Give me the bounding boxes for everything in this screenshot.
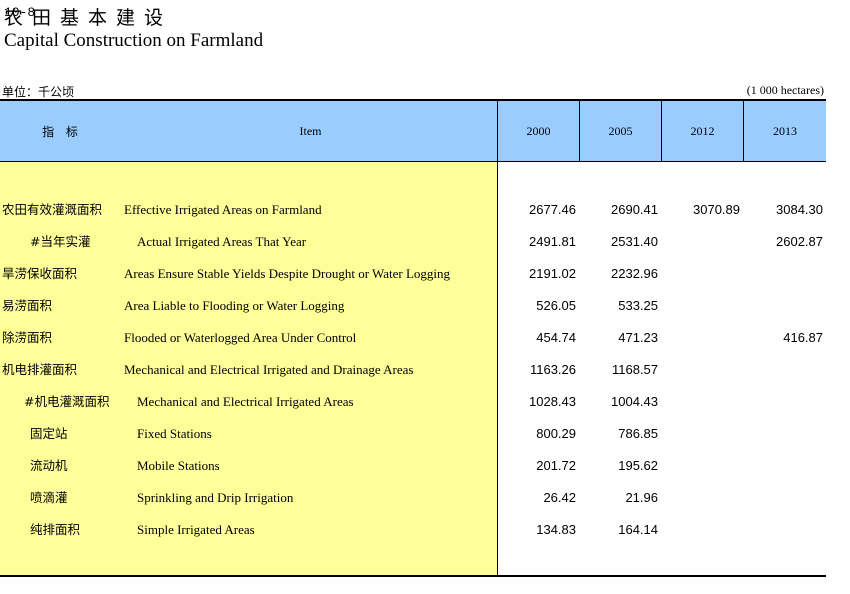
row-label-zh: #当年实灌 xyxy=(30,234,91,249)
value-cell-2013: 2602.87 xyxy=(776,234,823,249)
value-cell-2005: 2232.96 xyxy=(611,266,658,281)
row-label-en: Sprinkling and Drip Irrigation xyxy=(137,490,294,505)
value-cell-2000: 1163.26 xyxy=(529,362,576,377)
table-row: #机电灌溉面积 Mechanical and Electrical Irrigat… xyxy=(0,392,826,424)
value-cell-2005: 2531.40 xyxy=(611,234,658,249)
row-label-en: Mechanical and Electrical Irrigated Area… xyxy=(137,394,354,409)
value-cell-2000: 1028.43 xyxy=(529,394,576,409)
row-label-en: Flooded or Waterlogged Area Under Contro… xyxy=(124,330,357,345)
row-label-zh: 喷滴灌 xyxy=(30,490,68,505)
value-cell-2000: 2677.46 xyxy=(529,202,576,217)
row-label-zh: 流动机 xyxy=(30,458,68,473)
table-number: 10-8 xyxy=(4,5,36,20)
value-cell-2000: 454.74 xyxy=(536,330,576,345)
row-label-zh: 除涝面积 xyxy=(2,330,53,345)
header-year-2000: 2000 xyxy=(526,123,551,138)
value-cell-2013: 3084.30 xyxy=(776,202,823,217)
table-row: 流动机 Mobile Stations 201.72 195.62 xyxy=(0,456,826,488)
value-cell-2000: 26.42 xyxy=(543,490,576,505)
value-cell-2012: 3070.89 xyxy=(693,202,740,217)
header-indicator-zh: 指 标 xyxy=(42,124,82,139)
row-label-en: Effective Irrigated Areas on Farmland xyxy=(124,202,322,217)
header-year-2012: 2012 xyxy=(690,123,715,138)
value-cell-2013: 416.87 xyxy=(783,330,823,345)
row-label-zh: #机电灌溉面积 xyxy=(24,394,110,409)
row-label-en: Actual Irrigated Areas That Year xyxy=(137,234,307,249)
value-cell-2000: 134.83 xyxy=(536,522,576,537)
unit-label-en: (1 000 hectares) xyxy=(746,83,824,97)
header-item: Item xyxy=(299,123,322,138)
row-label-zh: 农田有效灌溉面积 xyxy=(2,202,103,217)
table-row: 喷滴灌 Sprinkling and Drip Irrigation 26.42 21… xyxy=(0,488,826,520)
table-row: #当年实灌 Actual Irrigated Areas That Year 249… xyxy=(0,232,826,264)
value-cell-2000: 2191.02 xyxy=(529,266,576,281)
row-label-en: Area Liable to Flooding or Water Logging xyxy=(124,298,345,313)
table-row: 机电排灌面积 Mechanical and Electrical Irrigate… xyxy=(0,360,826,392)
row-label-zh: 机电排灌面积 xyxy=(2,362,78,377)
row-label-en: Simple Irrigated Areas xyxy=(137,522,255,537)
table-row: 除涝面积 Flooded or Waterlogged Area Under Co… xyxy=(0,328,826,360)
value-cell-2005: 471.23 xyxy=(618,330,658,345)
table-row: 旱涝保收面积 Areas Ensure Stable Yields Despite… xyxy=(0,264,826,296)
value-cell-2005: 195.62 xyxy=(618,458,658,473)
value-cell-2005: 533.25 xyxy=(618,298,658,313)
table-row: 易涝面积 Area Liable to Flooding or Water Log… xyxy=(0,296,826,328)
header-year-2013: 2013 xyxy=(773,123,797,138)
bottom-rule xyxy=(0,575,826,577)
row-label-en: Fixed Stations xyxy=(137,426,212,441)
row-label-zh: 固定站 xyxy=(30,426,68,441)
row-label-en: Mechanical and Electrical Irrigated and … xyxy=(124,362,414,377)
table-title-zh: 10-8 农田基本建设 xyxy=(4,3,172,30)
data-table: 指 标 Item 2000 2005 2012 2013 农田有效灌溉面积 Eff… xyxy=(0,99,826,577)
value-cell-2005: 21.96 xyxy=(625,490,658,505)
value-cell-2005: 1168.57 xyxy=(611,362,658,377)
value-cell-2000: 800.29 xyxy=(536,426,576,441)
header-year-2005: 2005 xyxy=(608,123,633,138)
unit-label-zh: 单位：千公顷 xyxy=(2,85,75,99)
value-cell-2000: 526.05 xyxy=(536,298,576,313)
row-label-en: Mobile Stations xyxy=(137,458,220,473)
value-cell-2000: 201.72 xyxy=(536,458,576,473)
value-cell-2005: 1004.43 xyxy=(611,394,658,409)
table-row: 纯排面积 Simple Irrigated Areas 134.83 164.14 xyxy=(0,520,826,552)
value-cell-2005: 2690.41 xyxy=(611,202,658,217)
row-label-zh: 纯排面积 xyxy=(30,522,81,537)
value-cell-2005: 786.85 xyxy=(618,426,658,441)
header-rule xyxy=(0,161,826,162)
row-label-zh: 旱涝保收面积 xyxy=(2,266,78,281)
row-label-zh: 易涝面积 xyxy=(2,298,53,313)
row-label-en: Areas Ensure Stable Yields Despite Droug… xyxy=(124,266,451,281)
value-cell-2005: 164.14 xyxy=(618,522,658,537)
value-cell-2000: 2491.81 xyxy=(529,234,576,249)
table-row: 农田有效灌溉面积 Effective Irrigated Areas on Far… xyxy=(0,200,826,232)
table-title-en: Capital Construction on Farmland xyxy=(4,30,264,51)
table-row: 固定站 Fixed Stations 800.29 786.85 xyxy=(0,424,826,456)
